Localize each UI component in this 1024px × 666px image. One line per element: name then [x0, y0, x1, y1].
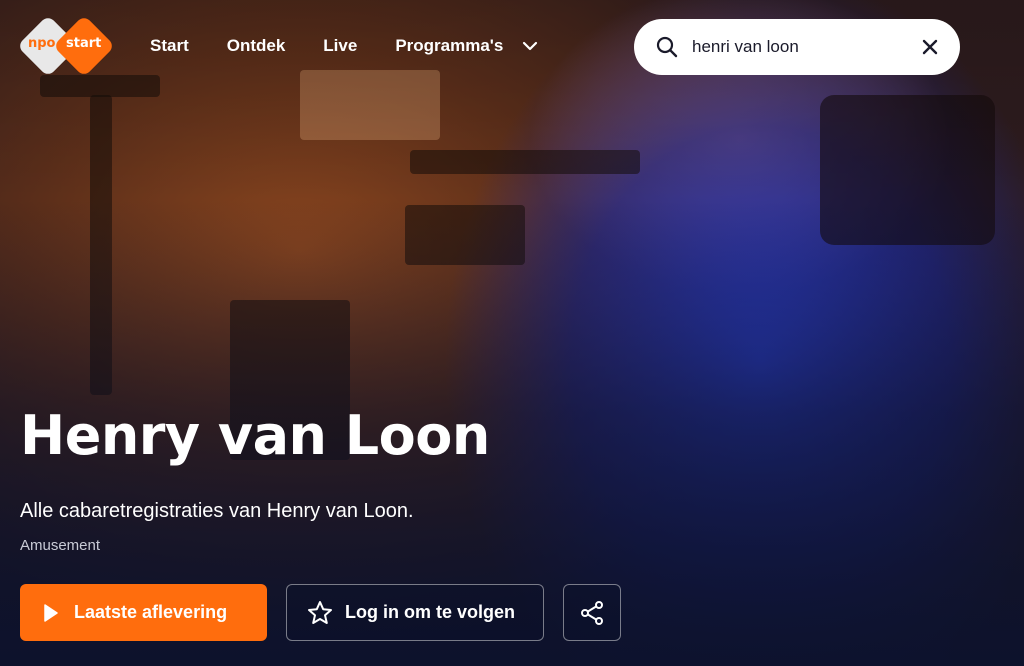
play-icon — [44, 603, 58, 622]
close-icon[interactable] — [922, 39, 938, 55]
follow-label: Log in om te volgen — [345, 602, 515, 622]
program-description: Alle cabaretregistraties van Henry van L… — [20, 500, 414, 522]
npo-start-logo[interactable]: npo start — [16, 14, 116, 78]
latest-episode-label: Laatste aflevering — [74, 602, 228, 622]
chevron-down-icon[interactable] — [521, 37, 539, 55]
share-button[interactable] — [563, 584, 621, 641]
program-genre: Amusement — [20, 537, 101, 554]
hero-gradient-overlay — [0, 0, 1024, 666]
action-bar: Laatste aflevering Log in om te volgen — [20, 584, 621, 641]
search-input[interactable] — [692, 37, 902, 57]
main-nav: Start Ontdek Live Programma's — [150, 36, 539, 56]
program-title: Henry van Loon — [20, 404, 490, 467]
nav-item-live[interactable]: Live — [323, 36, 357, 56]
nav-item-ontdek[interactable]: Ontdek — [227, 36, 286, 56]
star-icon — [308, 600, 332, 624]
follow-button[interactable]: Log in om te volgen — [286, 584, 544, 641]
search-bar[interactable] — [634, 19, 960, 75]
share-icon — [581, 600, 603, 625]
nav-item-programmas[interactable]: Programma's — [395, 36, 539, 56]
search-icon — [656, 36, 678, 58]
logo-text-npo: npo — [28, 36, 56, 51]
logo-text-start: start — [66, 36, 102, 51]
nav-item-start[interactable]: Start — [150, 36, 189, 56]
latest-episode-button[interactable]: Laatste aflevering — [20, 584, 267, 641]
